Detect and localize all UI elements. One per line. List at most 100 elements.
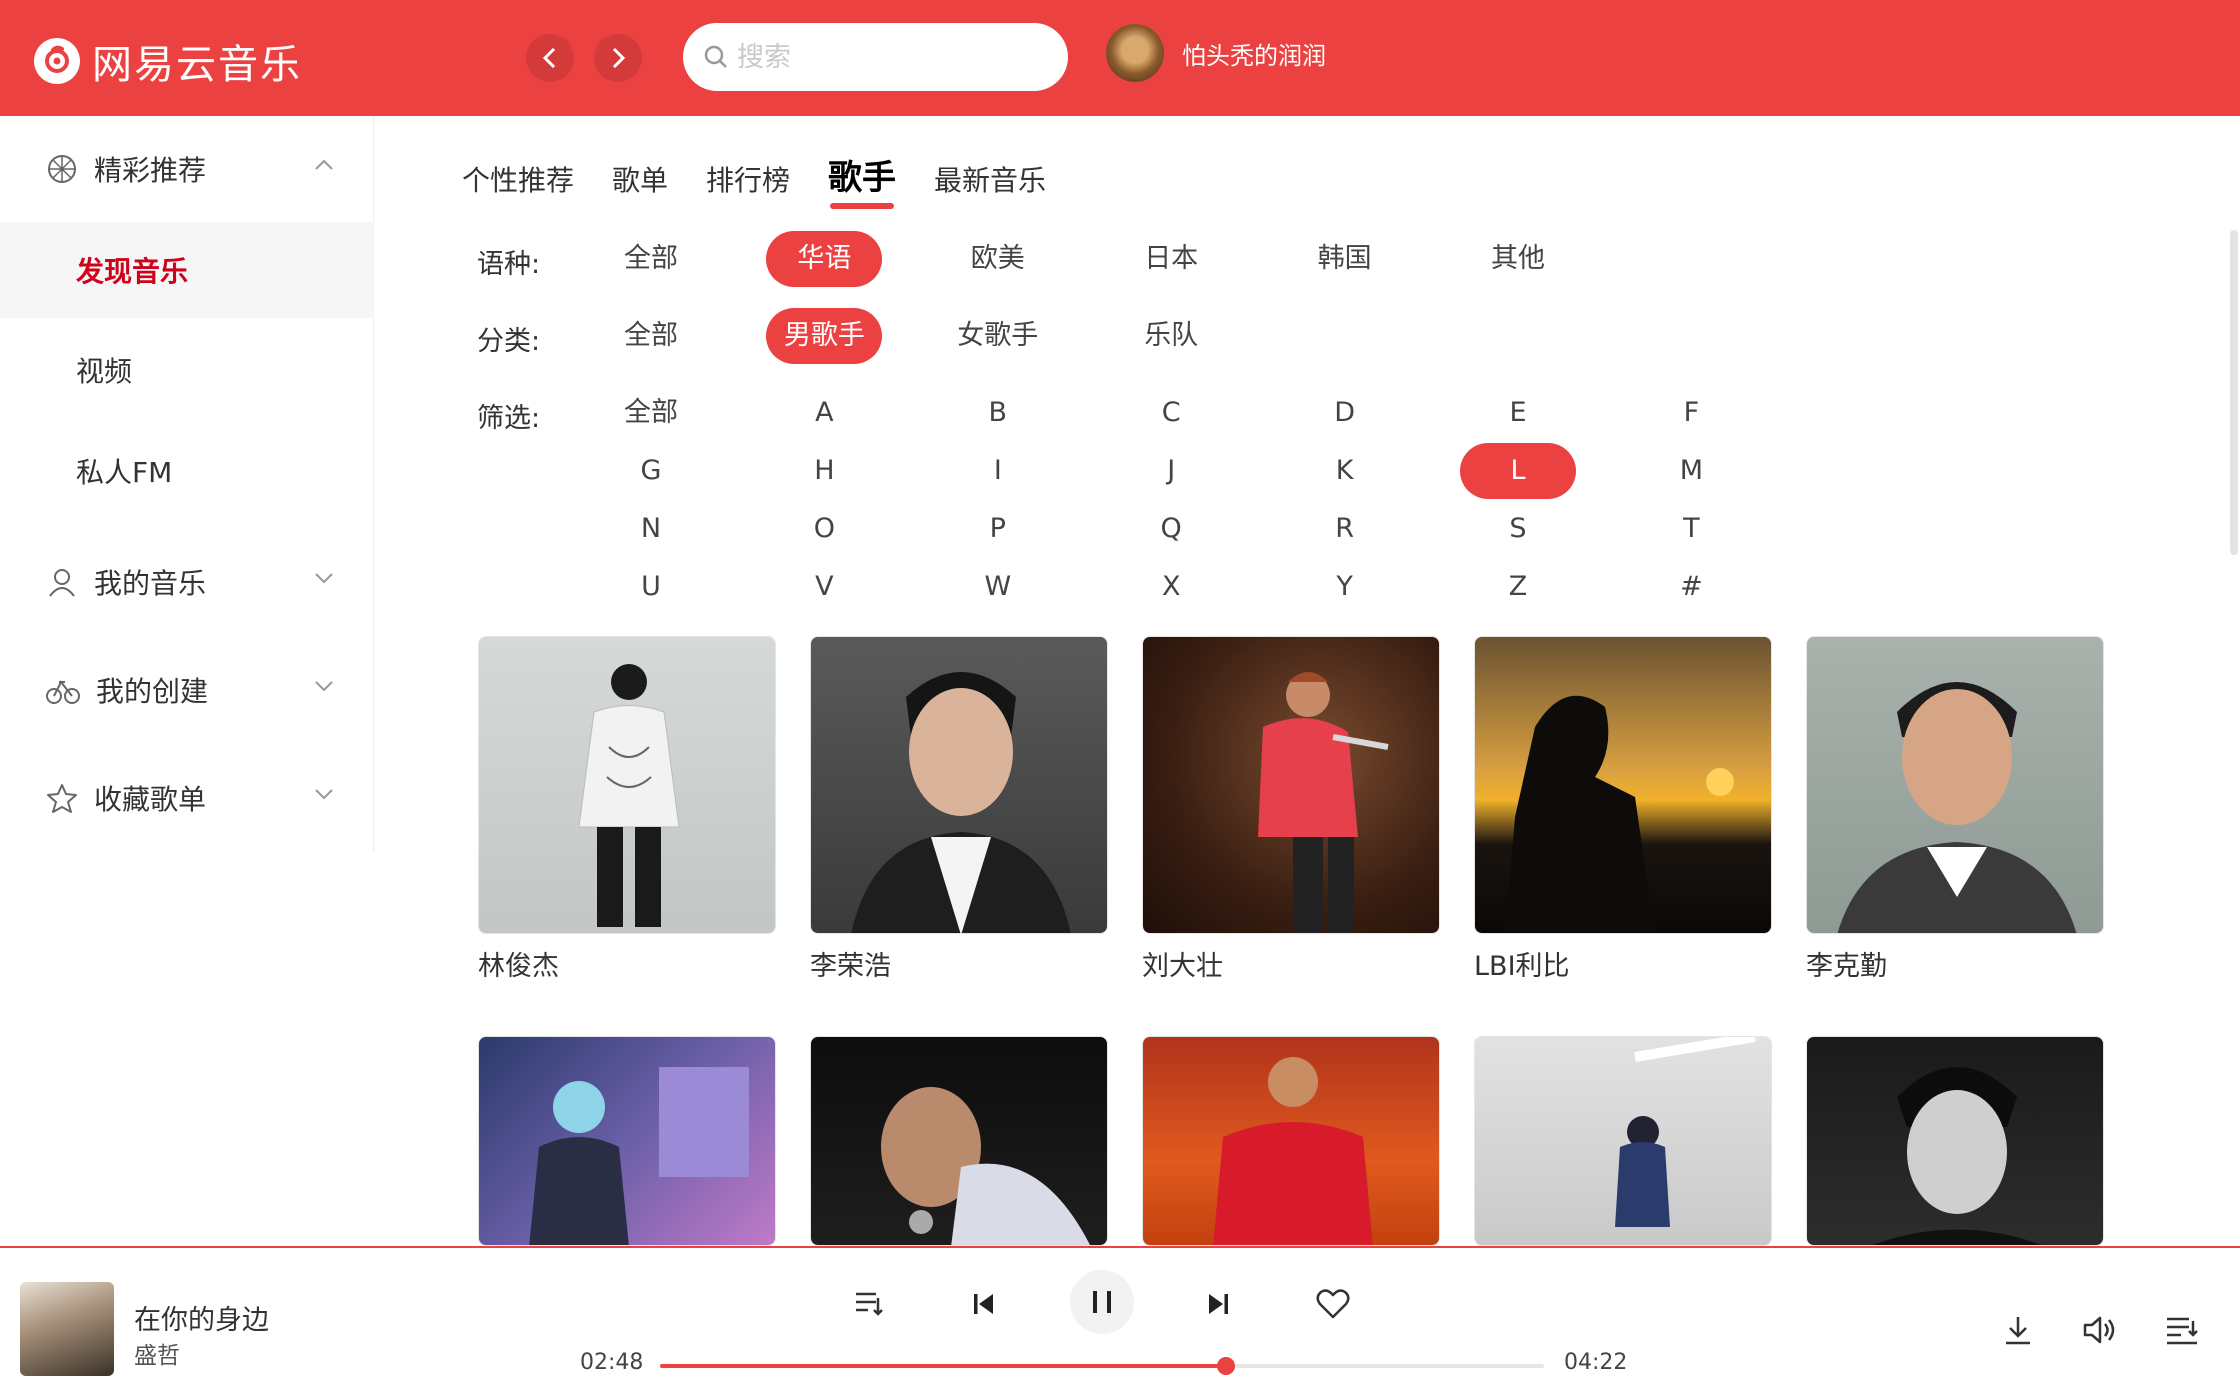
initial-chip[interactable]: Q bbox=[1113, 501, 1229, 557]
artist-photo[interactable] bbox=[1474, 1036, 1772, 1246]
sidebar-group-collected[interactable]: 收藏歌单 bbox=[0, 763, 374, 833]
language-chip[interactable]: 华语 bbox=[766, 231, 883, 287]
progress-knob[interactable] bbox=[1216, 1357, 1235, 1375]
language-chip[interactable]: 其他 bbox=[1460, 231, 1576, 287]
song-artist[interactable]: 盛哲 bbox=[134, 1336, 180, 1370]
artist-photo[interactable] bbox=[1474, 636, 1772, 934]
language-chip[interactable]: 欧美 bbox=[940, 231, 1056, 287]
initial-chip[interactable]: O bbox=[766, 501, 882, 557]
initial-chip[interactable]: K bbox=[1287, 443, 1403, 499]
album-cover[interactable] bbox=[20, 1282, 114, 1376]
artist-card[interactable]: 林俊杰 bbox=[478, 636, 776, 983]
artist-photo[interactable] bbox=[1142, 1036, 1440, 1246]
playlist-button[interactable] bbox=[2162, 1310, 2202, 1350]
top-bar: 网易云音乐 怕头秃的润润 bbox=[0, 0, 2240, 116]
artist-card[interactable]: 刘大壮 bbox=[1142, 636, 1440, 983]
artist-card[interactable] bbox=[810, 1036, 1108, 1246]
song-title[interactable]: 在你的身边 bbox=[134, 1298, 269, 1337]
artist-photo[interactable] bbox=[1806, 636, 2104, 934]
initial-chip[interactable]: A bbox=[766, 385, 882, 441]
artist-name[interactable]: 李克勤 bbox=[1806, 944, 2104, 983]
initial-chip[interactable]: 全部 bbox=[593, 385, 709, 441]
back-button[interactable] bbox=[526, 34, 574, 82]
artist-photo[interactable] bbox=[1142, 636, 1440, 934]
initial-chip[interactable]: T bbox=[1633, 501, 1749, 557]
initial-chip[interactable]: G bbox=[593, 443, 709, 499]
language-chip[interactable]: 全部 bbox=[593, 231, 709, 287]
tab-charts[interactable]: 排行榜 bbox=[706, 159, 790, 199]
app-logo[interactable]: 网易云音乐 bbox=[34, 32, 302, 90]
volume-button[interactable] bbox=[2080, 1310, 2120, 1350]
forward-button[interactable] bbox=[594, 34, 642, 82]
bicycle-icon bbox=[46, 680, 80, 704]
search-box[interactable] bbox=[683, 23, 1068, 91]
artist-card[interactable] bbox=[1806, 1036, 2104, 1246]
initial-chip[interactable]: L bbox=[1460, 443, 1576, 499]
artist-photo[interactable] bbox=[478, 636, 776, 934]
initial-chip[interactable]: P bbox=[940, 501, 1056, 557]
search-input[interactable] bbox=[737, 41, 1037, 73]
scrollbar[interactable] bbox=[2230, 230, 2238, 555]
tab-personal[interactable]: 个性推荐 bbox=[462, 159, 574, 199]
artist-photo[interactable] bbox=[478, 1036, 776, 1246]
initial-chip[interactable]: M bbox=[1633, 443, 1749, 499]
category-chip[interactable]: 男歌手 bbox=[766, 308, 883, 364]
artist-name[interactable]: 林俊杰 bbox=[478, 944, 776, 983]
artist-name[interactable]: LBI利比 bbox=[1474, 944, 1772, 983]
artist-name[interactable]: 李荣浩 bbox=[810, 944, 1108, 983]
initial-chip[interactable]: B bbox=[940, 385, 1056, 441]
artist-card[interactable]: 李克勤 bbox=[1806, 636, 2104, 983]
initial-chip[interactable]: U bbox=[593, 559, 709, 615]
artist-card[interactable] bbox=[478, 1036, 776, 1246]
next-button[interactable] bbox=[1198, 1284, 1238, 1324]
category-chip[interactable]: 女歌手 bbox=[940, 308, 1056, 364]
initial-chip[interactable]: Y bbox=[1287, 559, 1403, 615]
artist-photo[interactable] bbox=[1806, 1036, 2104, 1246]
play-order-button[interactable] bbox=[850, 1284, 890, 1324]
avatar[interactable] bbox=[1106, 24, 1164, 82]
initial-chip[interactable]: X bbox=[1113, 559, 1229, 615]
sidebar-group-recommend[interactable]: 精彩推荐 bbox=[0, 134, 374, 204]
tab-new-music[interactable]: 最新音乐 bbox=[934, 159, 1046, 199]
category-chip[interactable]: 乐队 bbox=[1113, 308, 1229, 364]
initial-chip[interactable]: D bbox=[1287, 385, 1403, 441]
sidebar-group-created[interactable]: 我的创建 bbox=[0, 655, 374, 725]
artist-card[interactable] bbox=[1474, 1036, 1772, 1246]
initial-chip[interactable]: C bbox=[1113, 385, 1229, 441]
tab-playlists[interactable]: 歌单 bbox=[612, 159, 668, 199]
initial-chip[interactable]: # bbox=[1633, 559, 1749, 615]
initial-chip[interactable]: I bbox=[940, 443, 1056, 499]
language-chip[interactable]: 日本 bbox=[1113, 231, 1229, 287]
initial-chip[interactable]: E bbox=[1460, 385, 1576, 441]
artist-card[interactable]: LBI利比 bbox=[1474, 636, 1772, 983]
artist-photo[interactable] bbox=[810, 636, 1108, 934]
pause-button[interactable] bbox=[1070, 1270, 1134, 1334]
initial-chip[interactable]: V bbox=[766, 559, 882, 615]
category-chip[interactable]: 全部 bbox=[593, 308, 709, 364]
artist-name[interactable]: 刘大壮 bbox=[1142, 944, 1440, 983]
user-profile[interactable]: 怕头秃的润润 bbox=[1106, 24, 1326, 82]
initial-chip[interactable]: Z bbox=[1460, 559, 1576, 615]
like-button[interactable] bbox=[1312, 1284, 1354, 1324]
download-icon bbox=[2006, 1317, 2030, 1345]
initial-chip[interactable]: J bbox=[1113, 443, 1229, 499]
initial-chip[interactable]: F bbox=[1633, 385, 1749, 441]
previous-button[interactable] bbox=[964, 1284, 1004, 1324]
sidebar-item-video[interactable]: 视频 bbox=[0, 322, 374, 418]
sidebar-item-fm[interactable]: 私人FM bbox=[0, 423, 374, 519]
initial-chip[interactable]: N bbox=[593, 501, 709, 557]
artist-card[interactable]: 李荣浩 bbox=[810, 636, 1108, 983]
artist-photo[interactable] bbox=[810, 1036, 1108, 1246]
sidebar-group-my-music[interactable]: 我的音乐 bbox=[0, 547, 374, 617]
artist-card[interactable] bbox=[1142, 1036, 1440, 1246]
initial-chip[interactable]: H bbox=[766, 443, 882, 499]
download-button[interactable] bbox=[1998, 1310, 2038, 1350]
chevron-down-icon bbox=[315, 681, 333, 692]
sidebar-item-discover[interactable]: 发现音乐 bbox=[0, 222, 374, 318]
progress-bar[interactable] bbox=[660, 1357, 1544, 1375]
language-chip[interactable]: 韩国 bbox=[1287, 231, 1403, 287]
tab-artists[interactable]: 歌手 bbox=[828, 150, 896, 209]
initial-chip[interactable]: R bbox=[1287, 501, 1403, 557]
initial-chip[interactable]: S bbox=[1460, 501, 1576, 557]
initial-chip[interactable]: W bbox=[940, 559, 1056, 615]
